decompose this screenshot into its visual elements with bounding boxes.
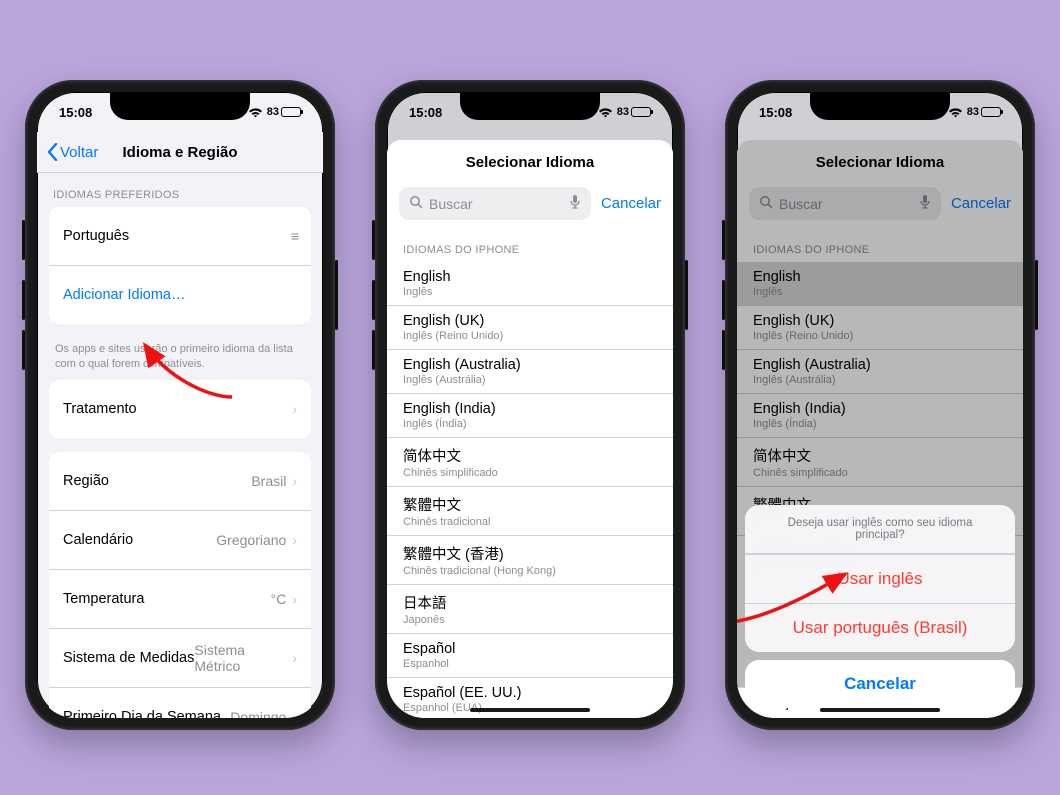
page-title: Idioma e Região [122, 144, 237, 161]
language-row[interactable]: 日本語Japonês [387, 584, 673, 633]
chevron-right-icon: › [292, 709, 297, 718]
treatment-row[interactable]: Tratamento › [49, 380, 311, 438]
first-weekday-row[interactable]: Primeiro Dia da Semana Domingo› [49, 687, 311, 718]
phone-frame-2: 15:08 83 Selecionar Idioma Buscar [375, 80, 685, 730]
add-language-button[interactable]: Adicionar Idioma… [49, 265, 311, 324]
page-title: Selecionar Idioma [387, 154, 673, 171]
use-portuguese-button[interactable]: Usar português (Brasil) [745, 603, 1015, 652]
language-subtitle: Chinês tradicional [403, 516, 657, 528]
language-row[interactable]: English (UK)Inglês (Reino Unido) [387, 305, 673, 349]
reorder-grip-icon[interactable]: ≡ [291, 228, 297, 244]
language-name: English (Australia) [403, 357, 657, 373]
wifi-icon [248, 107, 263, 118]
region-row[interactable]: Região Brasil› [49, 452, 311, 510]
phone-frame-3: 15:08 83 Selecionar Idioma Buscar [725, 80, 1035, 730]
language-row[interactable]: 简体中文Chinês simplificado [387, 437, 673, 486]
language-row[interactable]: 繁體中文Chinês tradicional [387, 486, 673, 535]
status-time: 15:08 [409, 105, 442, 120]
cancel-button[interactable]: Cancelar [601, 195, 661, 212]
language-row[interactable]: English (India)Inglês (Índia) [387, 393, 673, 437]
language-name: English (India) [403, 401, 657, 417]
language-name: English (UK) [403, 313, 657, 329]
notch [810, 92, 950, 120]
language-subtitle: Chinês simplificado [403, 467, 657, 479]
section-header-languages: IDIOMAS DO IPHONE [387, 228, 673, 262]
chevron-right-icon: › [292, 650, 297, 666]
calendar-row[interactable]: Calendário Gregoriano› [49, 510, 311, 569]
language-subtitle: Inglês (Reino Unido) [403, 330, 657, 342]
notch [110, 92, 250, 120]
language-row[interactable]: 繁體中文 (香港)Chinês tradicional (Hong Kong) [387, 535, 673, 584]
chevron-right-icon: › [292, 401, 297, 417]
status-time: 15:08 [759, 105, 792, 120]
language-subtitle: Japonês [403, 614, 657, 626]
section-header-preferred: IDIOMAS PREFERIDOS [37, 173, 323, 207]
preferred-footnote: Os apps e sites usarão o primeiro idioma… [37, 338, 323, 380]
phone-frame-1: 15:08 83 [25, 80, 335, 730]
sheet-header: Selecionar Idioma [387, 140, 673, 179]
battery-indicator: 83 [967, 106, 1001, 118]
action-sheet-cancel-button[interactable]: Cancelar [745, 660, 1015, 708]
nav-bar: Voltar Idioma e Região [37, 132, 323, 173]
back-button[interactable]: Voltar [47, 143, 98, 161]
action-sheet-message: Deseja usar inglês como seu idioma princ… [745, 505, 1015, 554]
chevron-right-icon: › [292, 591, 297, 607]
chevron-right-icon: › [292, 473, 297, 489]
language-name: English [403, 269, 657, 285]
back-label: Voltar [60, 144, 98, 161]
language-name: Español [403, 641, 657, 657]
search-icon [409, 195, 423, 212]
temperature-row[interactable]: Temperatura °C› [49, 569, 311, 628]
language-subtitle: Inglês (Índia) [403, 418, 657, 430]
chevron-right-icon: › [292, 532, 297, 548]
dictation-icon[interactable] [569, 194, 581, 213]
language-name: 繁體中文 [403, 494, 657, 515]
wifi-icon [948, 107, 963, 118]
search-input[interactable]: Buscar [399, 187, 591, 220]
language-name: 繁體中文 (香港) [403, 543, 657, 564]
search-placeholder: Buscar [429, 196, 473, 212]
measurement-row[interactable]: Sistema de Medidas Sistema Métrico› [49, 628, 311, 687]
notch [460, 92, 600, 120]
language-row[interactable]: English (Australia)Inglês (Austrália) [387, 349, 673, 393]
language-row[interactable]: EnglishInglês [387, 262, 673, 305]
language-subtitle: Inglês (Austrália) [403, 374, 657, 386]
battery-indicator: 83 [267, 106, 301, 118]
battery-indicator: 83 [617, 106, 651, 118]
language-subtitle: Chinês tradicional (Hong Kong) [403, 565, 657, 577]
action-sheet: Deseja usar inglês como seu idioma princ… [745, 505, 1015, 708]
use-english-button[interactable]: Usar inglês [745, 554, 1015, 603]
language-name: 日本語 [403, 592, 657, 613]
home-indicator[interactable] [820, 708, 940, 712]
wifi-icon [598, 107, 613, 118]
language-name: Español (EE. UU.) [403, 685, 657, 701]
home-indicator[interactable] [470, 708, 590, 712]
preferred-language-row[interactable]: Português ≡ [49, 207, 311, 265]
language-row[interactable]: EspañolEspanhol [387, 633, 673, 677]
language-name: 简体中文 [403, 445, 657, 466]
language-subtitle: Inglês [403, 286, 657, 298]
language-subtitle: Espanhol [403, 658, 657, 670]
status-time: 15:08 [59, 105, 92, 120]
